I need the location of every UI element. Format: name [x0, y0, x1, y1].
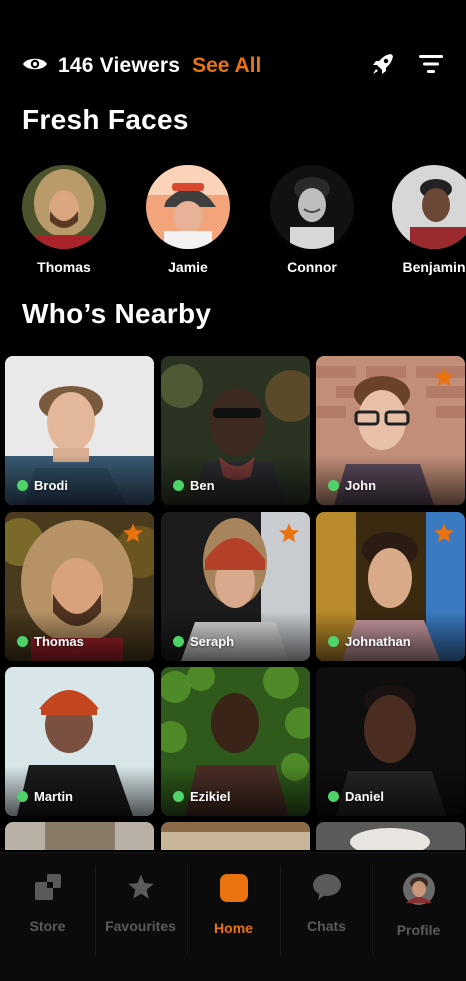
card-name: Brodi [34, 478, 68, 493]
card-label: Thomas [17, 634, 84, 649]
profile-photo [316, 822, 465, 850]
rocket-icon[interactable] [370, 51, 396, 82]
favourite-star-icon[interactable] [433, 366, 455, 393]
card-label: Johnathan [328, 634, 411, 649]
card-name: Martin [34, 789, 73, 804]
see-all-link[interactable]: See All [192, 54, 261, 78]
tab-label: Store [29, 918, 66, 934]
favourite-star-icon[interactable] [122, 522, 144, 549]
tab-label: Home [214, 920, 253, 936]
top-actions [370, 51, 444, 82]
avatar [22, 165, 106, 249]
card-label: Seraph [173, 634, 234, 649]
fresh-face-name: Thomas [37, 259, 91, 275]
fresh-face-jamie[interactable]: Jamie [146, 165, 230, 275]
fresh-face-name: Jamie [168, 259, 208, 275]
card-label: John [328, 478, 376, 493]
tab-home[interactable]: Home [187, 853, 280, 963]
card-name: John [345, 478, 377, 493]
chat-bubble-icon [312, 873, 342, 906]
avatar [146, 165, 230, 249]
profile-photo [161, 822, 310, 850]
favourite-star-icon[interactable] [278, 522, 300, 549]
online-indicator [173, 480, 184, 491]
online-indicator [328, 480, 339, 491]
card-name: Ben [190, 478, 215, 493]
online-indicator [173, 636, 184, 647]
filter-icon[interactable] [418, 53, 444, 80]
profile-card-thomas[interactable]: Thomas [5, 512, 154, 661]
home-icon [219, 873, 249, 908]
avatar [270, 165, 354, 249]
tab-label: Chats [307, 918, 346, 934]
fresh-face-name: Connor [287, 259, 337, 275]
fresh-face-thomas[interactable]: Thomas [22, 165, 106, 275]
tab-label: Favourites [105, 918, 176, 934]
card-name: Ezikiel [190, 789, 231, 804]
profile-card-ben[interactable]: Ben [161, 356, 310, 505]
card-name: Seraph [190, 634, 235, 649]
profile-card-seraph[interactable]: Seraph [161, 512, 310, 661]
avatar [402, 873, 435, 910]
tab-favourites[interactable]: Favourites [94, 853, 187, 963]
fresh-face-connor[interactable]: Connor [270, 165, 354, 275]
tab-label: Profile [396, 922, 441, 938]
tab-profile[interactable]: Profile [372, 853, 465, 963]
online-indicator [17, 636, 28, 647]
viewers-summary: 146 Viewers See All [22, 54, 261, 78]
online-indicator [17, 791, 28, 802]
tab-store[interactable]: Store [1, 853, 94, 963]
profile-photo [5, 822, 154, 850]
online-indicator [328, 791, 339, 802]
bottom-tab-bar: Store Favourites Home Chats Profile [0, 852, 466, 981]
card-label: Daniel [328, 789, 384, 804]
profile-card-johnathan[interactable]: Johnathan [316, 512, 465, 661]
fresh-face-benjamin[interactable]: Benjamin [392, 165, 466, 275]
online-indicator [17, 480, 28, 491]
star-icon [127, 873, 155, 906]
card-name: Daniel [345, 789, 385, 804]
tab-chats[interactable]: Chats [280, 853, 373, 963]
profile-card-partial[interactable] [161, 822, 310, 850]
viewers-count: 146 Viewers [58, 54, 181, 77]
profile-card-partial[interactable] [316, 822, 465, 850]
profile-card-daniel[interactable]: Daniel [316, 667, 465, 816]
avatar [392, 165, 466, 249]
profile-card-john[interactable]: John [316, 356, 465, 505]
profile-card-partial[interactable] [5, 822, 154, 850]
favourite-star-icon[interactable] [433, 522, 455, 549]
card-name: Johnathan [345, 634, 411, 649]
online-indicator [328, 636, 339, 647]
fresh-face-name: Benjamin [402, 259, 466, 275]
whos-nearby-title: Who’s Nearby [22, 298, 212, 329]
profile-card-brodi[interactable]: Brodi [5, 356, 154, 505]
profile-card-ezikiel[interactable]: Ezikiel [161, 667, 310, 816]
card-label: Ezikiel [173, 789, 230, 804]
fresh-faces-title: Fresh Faces [22, 104, 189, 135]
eye-icon [22, 55, 48, 78]
fresh-faces-carousel: Thomas Jamie Connor Benjamin [20, 165, 466, 280]
card-label: Brodi [17, 478, 68, 493]
profile-card-martin[interactable]: Martin [5, 667, 154, 816]
card-label: Martin [17, 789, 73, 804]
top-bar: 146 Viewers See All [22, 48, 444, 84]
card-name: Thomas [34, 634, 84, 649]
online-indicator [173, 791, 184, 802]
store-icon [34, 873, 62, 906]
card-label: Ben [173, 478, 215, 493]
nearby-grid: Brodi Ben John Thomas Seraph Johnathan M… [5, 356, 466, 850]
